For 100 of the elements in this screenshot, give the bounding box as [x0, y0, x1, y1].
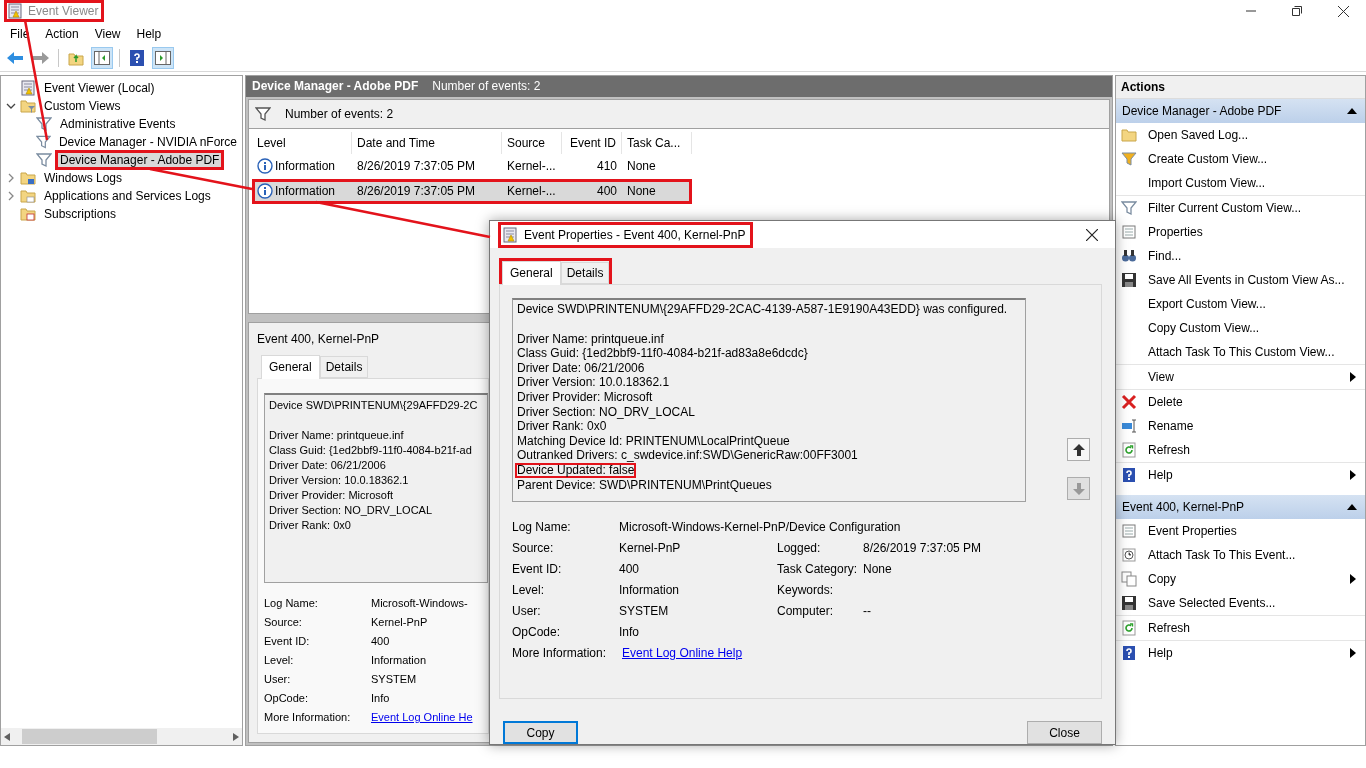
- help-icon: [1121, 645, 1137, 661]
- description-line: Driver Version: 10.0.18362.1: [517, 375, 670, 390]
- menu-item[interactable]: Help: [128, 26, 170, 41]
- dialog-button[interactable]: Close: [1027, 721, 1102, 744]
- scrollbar-thumb[interactable]: [22, 729, 157, 744]
- actions-pane-entry[interactable]: View: [1116, 365, 1365, 389]
- event-log-icon: [502, 226, 518, 243]
- actions-pane-entry[interactable]: Save Selected Events...: [1116, 591, 1365, 615]
- column-header[interactable]: Source: [502, 131, 562, 154]
- actions-pane-entry[interactable]: Event Properties: [1116, 519, 1365, 543]
- pane-title: Device Manager - Adobe PDF: [252, 79, 419, 94]
- rename-icon: [1121, 418, 1137, 434]
- action-label: Rename: [1148, 419, 1195, 433]
- actions-pane-entry[interactable]: Help: [1116, 463, 1365, 487]
- description-line: Outranked Drivers: c_swdevice.inf:SWD\GenericRaw:00FF3001: [517, 448, 858, 463]
- event-count: Number of events: 2: [432, 79, 541, 94]
- description-line: Driver Section: NO_DRV_LOCAL: [269, 503, 433, 518]
- actions-pane-entry[interactable]: Export Custom View...: [1116, 292, 1365, 316]
- actions-pane-entry[interactable]: Delete: [1116, 390, 1365, 414]
- actions-pane-entry[interactable]: Help: [1116, 641, 1365, 665]
- field-label: Event ID:: [512, 562, 563, 576]
- window-title: Event Viewer: [28, 4, 99, 18]
- description-line: Class Guid: {1ed2bbf9-11f0-4084-b21f-ad: [269, 443, 472, 458]
- tree-item[interactable]: Windows Logs: [39, 168, 128, 188]
- folder-icon: [1121, 127, 1137, 143]
- section-header[interactable]: Device Manager - Adobe PDF: [1116, 99, 1365, 123]
- table-cell-text: None: [626, 183, 657, 201]
- actions-pane-entry[interactable]: Attach Task To This Custom View...: [1116, 340, 1365, 364]
- table-cell-text: 8/26/2019 7:37:05 PM: [356, 158, 477, 176]
- tree-item[interactable]: Subscriptions: [39, 204, 122, 224]
- tree-item[interactable]: Event Viewer (Local): [39, 78, 160, 98]
- actions-pane-entry[interactable]: Find...: [1116, 244, 1365, 268]
- filter-count: Number of events: 2: [285, 106, 394, 121]
- actions-pane-entry[interactable]: Attach Task To This Event...: [1116, 543, 1365, 567]
- down-arrow-icon: [1072, 482, 1085, 495]
- tree-item[interactable]: Applications and Services Logs: [39, 186, 216, 206]
- scroll-right-icon[interactable]: [233, 732, 239, 741]
- actions-pane-entry[interactable]: Refresh: [1116, 616, 1365, 640]
- field-label: Computer:: [777, 604, 835, 618]
- tab[interactable]: Details: [319, 356, 369, 378]
- column-header[interactable]: Task Ca...: [622, 131, 692, 154]
- description-line: Matching Device Id: PRINTENUM\LocalPrintQueue: [517, 433, 790, 449]
- action-label: Event Properties: [1148, 524, 1238, 538]
- field-label: Log Name:: [264, 597, 319, 609]
- column-header[interactable]: Event ID: [562, 131, 622, 154]
- column-header[interactable]: Date and Time: [352, 131, 502, 154]
- info-icon: [257, 158, 273, 175]
- menu-item[interactable]: Action: [37, 26, 87, 41]
- delete-icon: [1121, 394, 1137, 410]
- description-line: Driver Date: 06/21/2006: [517, 360, 645, 376]
- actions-pane-entry[interactable]: Filter Current Custom View...: [1116, 196, 1365, 220]
- section-header[interactable]: Event 400, Kernel-PnP: [1116, 495, 1365, 519]
- dialog-button[interactable]: Copy: [503, 721, 578, 744]
- field-value: Information: [371, 654, 428, 666]
- actions-pane-entry[interactable]: Copy: [1116, 567, 1365, 591]
- close-icon: [1086, 228, 1098, 241]
- tree-item[interactable]: Administrative Events: [55, 114, 181, 134]
- funnel-icon: [36, 152, 52, 168]
- field-label: Level:: [264, 654, 295, 666]
- actions-pane-entry[interactable]: Properties: [1116, 220, 1365, 244]
- scroll-left-icon[interactable]: [4, 732, 10, 741]
- actions-pane-entry[interactable]: Refresh: [1116, 438, 1365, 462]
- tab[interactable]: General: [261, 355, 320, 379]
- description-line: Class Guid: {1ed2bbf9-11f0-4084-b21f-ad83a8e6dcdc}: [517, 346, 808, 361]
- action-label: View: [1148, 370, 1175, 384]
- folder-log-icon: [20, 170, 36, 186]
- actions-pane-entry[interactable]: Rename: [1116, 414, 1365, 438]
- action-label: Properties: [1148, 225, 1204, 239]
- description-line: Driver Name: printqueue.inf: [517, 331, 664, 347]
- actions-pane-entry[interactable]: Open Saved Log...: [1116, 123, 1365, 147]
- field-label: Event ID:: [264, 635, 311, 647]
- event-row[interactable]: Information 8/26/2019 7:37:05 PM Kernel-... 400 None: [252, 178, 692, 204]
- event-row[interactable]: Information 8/26/2019 7:37:05 PM Kernel-... 410 None: [252, 153, 692, 179]
- tree-item[interactable]: Device Manager - NVIDIA nForce: [53, 132, 242, 152]
- menu-item[interactable]: View: [86, 26, 129, 41]
- actions-pane-entry[interactable]: Save All Events in Custom View As...: [1116, 268, 1365, 292]
- column-header[interactable]: Level: [252, 131, 352, 154]
- binoculars-icon: [1121, 248, 1137, 264]
- section-title: Device Manager - Adobe PDF: [1122, 104, 1282, 118]
- properties-icon: [1121, 523, 1137, 539]
- actions-pane-entry[interactable]: Import Custom View...: [1116, 171, 1365, 195]
- show-actions-button[interactable]: [152, 47, 174, 69]
- tab[interactable]: General: [502, 261, 561, 285]
- field-value: --: [863, 604, 872, 618]
- field-label: More Information:: [512, 646, 608, 660]
- action-label: Attach Task To This Event...: [1148, 548, 1297, 562]
- info-icon: [257, 183, 273, 200]
- help-link[interactable]: Event Log Online He: [371, 711, 488, 723]
- action-label: Refresh: [1148, 443, 1192, 457]
- tree-item[interactable]: Custom Views: [39, 96, 126, 116]
- table-cell: Information: [252, 156, 352, 176]
- actions-pane-entry[interactable]: Create Custom View...: [1116, 147, 1365, 171]
- show-tree-button[interactable]: [91, 47, 113, 69]
- help-link[interactable]: Event Log Online Help: [622, 646, 743, 660]
- tab[interactable]: Details: [560, 262, 610, 284]
- description-line: Device Updated: false: [515, 462, 637, 478]
- previous-event-button[interactable]: [1067, 438, 1090, 461]
- funnel-icon: [255, 105, 271, 122]
- tree-item[interactable]: Device Manager - Adobe PDF: [55, 150, 225, 170]
- actions-pane-entry[interactable]: Copy Custom View...: [1116, 316, 1365, 340]
